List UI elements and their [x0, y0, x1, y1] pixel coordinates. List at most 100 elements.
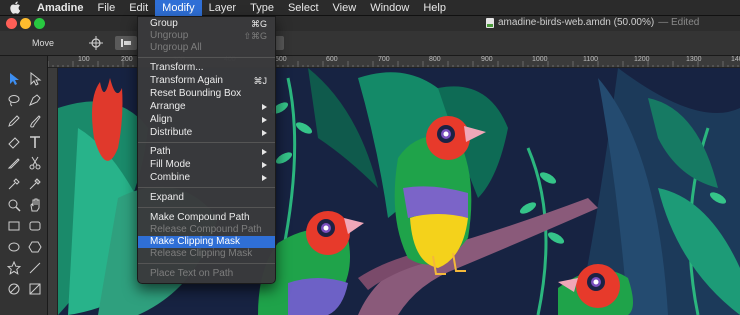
- menu-item-expand[interactable]: Expand: [138, 192, 275, 204]
- direct-selection-tool-icon[interactable]: [28, 71, 42, 86]
- menu-item-transform[interactable]: Transform...: [138, 62, 275, 74]
- submenu-arrow-icon: [262, 149, 267, 155]
- menu-item-label: Reset Bounding Box: [150, 88, 242, 99]
- tools-panel: [0, 56, 48, 315]
- tool-mode-label: Move: [32, 38, 55, 48]
- menu-layer[interactable]: Layer: [202, 0, 244, 16]
- menu-item-ungroup: Ungroup ⇧⌘G: [138, 30, 275, 42]
- menu-bar: Amadine File Edit Modify Layer Type Sele…: [0, 0, 740, 16]
- menu-item-fill-mode[interactable]: Fill Mode: [138, 159, 275, 171]
- rectangle-tool-icon[interactable]: [7, 219, 21, 233]
- crosshair-icon[interactable]: [89, 36, 103, 50]
- close-window-button[interactable]: [6, 18, 17, 29]
- menu-item-label: Ungroup: [150, 30, 189, 41]
- scissors-tool-icon[interactable]: [28, 156, 42, 170]
- gradient-tool-icon[interactable]: [28, 177, 42, 191]
- menu-type[interactable]: Type: [243, 0, 281, 16]
- menu-item-align[interactable]: Align: [138, 114, 275, 126]
- document-status: — Edited: [658, 17, 700, 28]
- minimize-window-button[interactable]: [20, 18, 31, 29]
- menu-item-arrange[interactable]: Arrange: [138, 101, 275, 113]
- ellipse-tool-icon[interactable]: [7, 240, 21, 254]
- top-toolbar: Move: [0, 31, 740, 56]
- menu-item-reset-bounding-box[interactable]: Reset Bounding Box: [138, 88, 275, 100]
- selection-tool-icon[interactable]: [7, 72, 21, 86]
- menu-item-distribute[interactable]: Distribute: [138, 127, 275, 139]
- artboard-tool-icon[interactable]: [28, 282, 42, 296]
- star-tool-icon[interactable]: [6, 260, 22, 275]
- rounded-rectangle-tool-icon[interactable]: [28, 219, 42, 233]
- menu-item-make-clipping-mask[interactable]: Make Clipping Mask: [138, 236, 275, 248]
- ruler-label: 1200: [634, 56, 650, 63]
- menu-window[interactable]: Window: [363, 0, 416, 16]
- menu-item-transform-again[interactable]: Transform Again ⌘J: [138, 75, 275, 87]
- polygon-tool-icon[interactable]: [28, 240, 42, 254]
- document-title: amadine-birds-web.amdn (50.00%) — Edited: [486, 17, 699, 28]
- menu-item-shortcut: ⇧⌘G: [243, 31, 267, 41]
- eyedropper-tool-icon[interactable]: [7, 177, 21, 191]
- ruler-label: 1000: [532, 56, 548, 63]
- menu-item-label: Transform Again: [150, 75, 223, 86]
- zoom-window-button[interactable]: [34, 18, 45, 29]
- menu-item-label: Release Clipping Mask: [150, 248, 253, 259]
- menu-item-label: Make Clipping Mask: [150, 236, 241, 247]
- ruler-label: 600: [326, 56, 338, 63]
- menu-item-label: Make Compound Path: [150, 212, 250, 223]
- submenu-arrow-icon: [262, 130, 267, 136]
- title-bar: amadine-birds-web.amdn (50.00%) — Edited: [0, 16, 740, 31]
- lasso-tool-icon[interactable]: [7, 93, 21, 107]
- submenu-arrow-icon: [262, 175, 267, 181]
- modify-menu: Group ⌘G Ungroup ⇧⌘G Ungroup All Transform…: [137, 16, 276, 284]
- menu-item-place-text-on-path: Place Text on Path: [138, 268, 275, 280]
- ruler-label: 200: [121, 56, 133, 63]
- submenu-arrow-icon: [262, 104, 267, 110]
- menu-amadine[interactable]: Amadine: [30, 0, 90, 16]
- menu-item-label: Release Compound Path: [150, 224, 262, 235]
- menu-item-shortcut: ⌘J: [253, 76, 268, 86]
- menu-item-ungroup-all: Ungroup All: [138, 42, 275, 54]
- brush-tool-icon[interactable]: [28, 114, 42, 128]
- apple-icon[interactable]: [8, 0, 22, 16]
- menu-item-shortcut: ⌘G: [250, 19, 267, 29]
- menu-modify[interactable]: Modify: [155, 0, 202, 16]
- menu-view[interactable]: View: [326, 0, 364, 16]
- menu-item-label: Ungroup All: [150, 42, 202, 53]
- ruler-label: 800: [429, 56, 441, 63]
- eraser-tool-icon[interactable]: [7, 135, 21, 149]
- menu-separator: [138, 263, 275, 264]
- hand-tool-icon[interactable]: [28, 198, 42, 212]
- menu-item-label: Fill Mode: [150, 159, 191, 170]
- ruler-label: 500: [275, 56, 287, 63]
- menu-file[interactable]: File: [90, 0, 122, 16]
- menu-separator: [138, 142, 275, 143]
- menu-item-label: Align: [150, 114, 173, 125]
- menu-separator: [138, 207, 275, 208]
- menu-item-label: Place Text on Path: [150, 268, 234, 279]
- menu-item-group[interactable]: Group ⌘G: [138, 18, 275, 30]
- menu-separator: [138, 187, 275, 188]
- document-icon: [486, 17, 494, 28]
- text-tool-icon[interactable]: [28, 135, 42, 149]
- pen-tool-icon[interactable]: [28, 93, 42, 107]
- menu-item-label: Transform...: [150, 62, 204, 73]
- menu-select[interactable]: Select: [281, 0, 326, 16]
- spiral-tool-icon[interactable]: [7, 282, 21, 296]
- vertical-ruler: [48, 68, 58, 315]
- menu-item-make-compound-path[interactable]: Make Compound Path: [138, 212, 275, 224]
- pencil-tool-icon[interactable]: [7, 114, 21, 128]
- menu-item-combine[interactable]: Combine: [138, 172, 275, 184]
- document-filename: amadine-birds-web.amdn (50.00%): [498, 17, 655, 28]
- line-tool-icon[interactable]: [28, 261, 42, 275]
- menu-item-label: Expand: [150, 192, 184, 203]
- menu-help[interactable]: Help: [416, 0, 453, 16]
- menu-item-release-clipping-mask: Release Clipping Mask: [138, 248, 275, 260]
- menu-item-label: Group: [150, 18, 178, 29]
- menu-item-release-compound-path: Release Compound Path: [138, 224, 275, 236]
- ruler-label: 900: [481, 56, 493, 63]
- menu-edit[interactable]: Edit: [122, 0, 155, 16]
- ruler-label: 700: [378, 56, 390, 63]
- zoom-tool-icon[interactable]: [7, 198, 21, 212]
- menu-item-path[interactable]: Path: [138, 146, 275, 158]
- knife-tool-icon[interactable]: [7, 156, 21, 170]
- align-left-icon[interactable]: [115, 36, 137, 50]
